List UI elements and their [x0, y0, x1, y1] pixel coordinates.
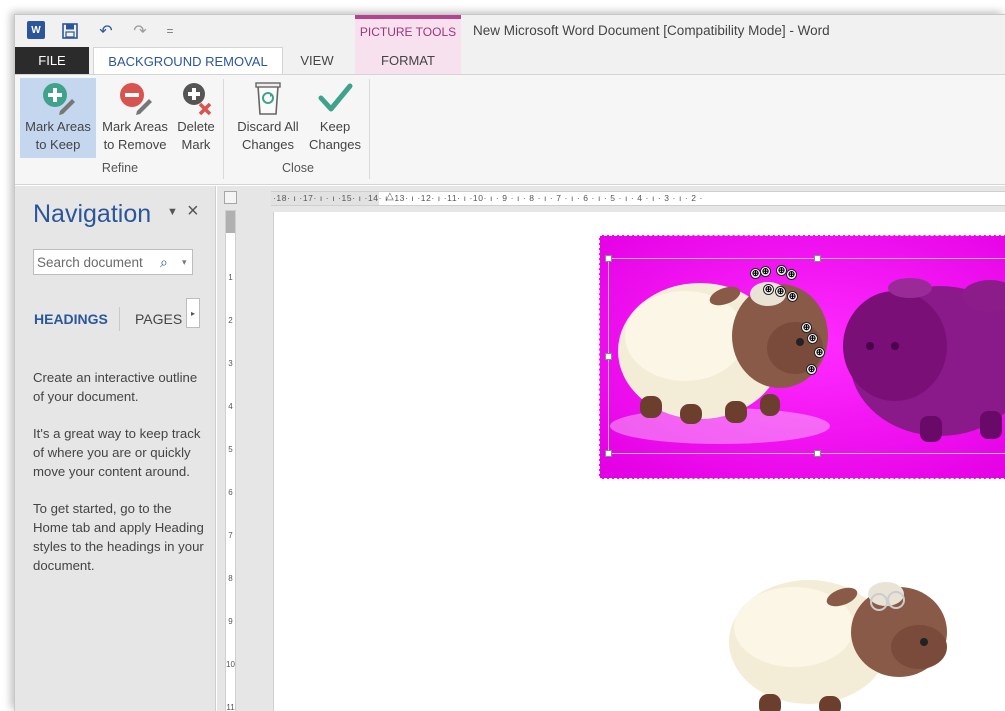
search-icon[interactable]: ⌕	[160, 254, 176, 271]
mark-keep-line2: to Keep	[35, 137, 81, 152]
keep-mark-icon[interactable]: ⊕	[763, 284, 774, 295]
help-paragraph: To get started, go to the Home tab and a…	[33, 501, 204, 573]
keep-mark-icon[interactable]: ⊕	[814, 347, 825, 358]
resize-handle[interactable]	[605, 353, 612, 360]
ruler-number: 3	[228, 359, 233, 368]
keep-mark-icon[interactable]: ⊕	[787, 291, 798, 302]
keep-mark-icon[interactable]: ⊕	[801, 322, 812, 333]
recycle-bin-icon	[248, 78, 288, 118]
delete-mark-button[interactable]: Delete Mark	[173, 78, 219, 158]
mark-remove-line2: to Remove	[103, 137, 167, 152]
plus-pencil-icon	[38, 78, 78, 118]
resize-handle[interactable]	[605, 255, 612, 262]
resize-handle[interactable]	[605, 450, 612, 457]
mark-areas-to-keep-button[interactable]: Mark Areas to Keep	[20, 78, 96, 158]
resize-handle[interactable]	[814, 450, 821, 457]
tab-background-removal[interactable]: BACKGROUND REMOVAL	[93, 47, 283, 75]
ruler-number: 11	[226, 703, 235, 711]
navigation-help-text: Create an interactive outline of your do…	[33, 368, 208, 593]
navigation-title: Navigation	[33, 200, 152, 228]
discard-line2: Changes	[241, 137, 295, 152]
tab-headings[interactable]: HEADINGS	[34, 311, 108, 327]
tab-view[interactable]: VIEW	[283, 47, 351, 74]
delete-mark-line2: Mark	[181, 137, 211, 152]
group-separator	[369, 79, 370, 179]
keep-line1: Keep	[319, 119, 351, 134]
close-icon[interactable]: ×	[187, 200, 199, 223]
tab-file[interactable]: FILE	[15, 47, 89, 74]
document-page[interactable]: ⊕ ⊕ ⊕ ⊕ ⊕ ⊕ ⊕ ⊕ ⊕ ⊕ ⊕	[273, 212, 1005, 711]
customize-qat-icon[interactable]: =	[163, 21, 177, 41]
chevron-down-icon[interactable]: ▾	[182, 257, 192, 268]
keep-mark-icon[interactable]: ⊕	[806, 364, 817, 375]
minus-pencil-icon	[115, 78, 155, 118]
title-bar: W ↶ ↷ = PICTURE TOOLS New Microsoft Word…	[15, 15, 1005, 47]
document-title: New Microsoft Word Document [Compatibili…	[473, 23, 830, 38]
save-icon[interactable]	[61, 21, 79, 41]
ruler-number: 4	[228, 402, 233, 411]
delete-mark-line1: Delete	[177, 119, 215, 134]
discard-all-changes-button[interactable]: Discard All Changes	[231, 78, 305, 158]
search-input[interactable]: Search document ⌕ ▾	[33, 249, 193, 275]
keep-mark-icon[interactable]: ⊕	[775, 286, 786, 297]
indent-marker-icon[interactable]: △	[386, 191, 394, 202]
mark-areas-to-remove-button[interactable]: Mark Areas to Remove	[97, 78, 173, 158]
ruler-number: 2	[228, 316, 233, 325]
word-window: W ↶ ↷ = PICTURE TOOLS New Microsoft Word…	[14, 14, 1005, 711]
ruler-margin	[226, 211, 235, 233]
checkmark-icon	[315, 78, 355, 118]
keep-mark-icon[interactable]: ⊕	[786, 269, 797, 280]
close-group-label: Close	[282, 161, 314, 175]
tab-format[interactable]: FORMAT	[355, 47, 461, 74]
sheep-result-image[interactable]	[714, 572, 974, 711]
help-paragraph: Create an interactive outline of your do…	[33, 370, 198, 404]
vertical-ruler[interactable]: 1 2 3 4 5 6 7 8 9 10 11	[225, 210, 236, 711]
ribbon-tabs: FILE BACKGROUND REMOVAL VIEW FORMAT	[15, 47, 1005, 75]
ruler-scale: ·18· ı ·17· ı · ı ·15· ı ·14· ı ·13· ı ·…	[273, 193, 703, 203]
word-logo-icon[interactable]: W	[27, 21, 45, 39]
refine-group-label: Refine	[101, 161, 139, 175]
tab-pages[interactable]: PAGES	[135, 311, 182, 327]
horizontal-ruler[interactable]: ·18· ı ·17· ı · ı ·15· ı ·14· ı ·13· ı ·…	[271, 191, 1005, 206]
ribbon: Mark Areas to Keep Mark Areas to Remove …	[15, 74, 1005, 185]
ruler-number: 6	[228, 488, 233, 497]
picture-tools-context-label: PICTURE TOOLS	[355, 15, 461, 47]
undo-icon[interactable]: ↶	[93, 21, 119, 41]
ruler-number: 10	[226, 660, 235, 669]
keep-mark-icon[interactable]: ⊕	[807, 333, 818, 344]
document-area: ⊕ ⊕ ⊕ ⊕ ⊕ ⊕ ⊕ ⊕ ⊕ ⊕ ⊕	[243, 210, 1005, 711]
pane-menu-icon[interactable]: ▼	[167, 206, 178, 218]
divider	[119, 307, 120, 331]
chevron-right-icon[interactable]: ▸	[186, 298, 200, 328]
ruler-number: 1	[228, 273, 233, 282]
keep-changes-button[interactable]: Keep Changes	[307, 78, 363, 158]
ruler-number: 5	[228, 445, 233, 454]
ruler-number: 8	[228, 574, 233, 583]
removal-marquee[interactable]	[605, 255, 1005, 457]
redo-icon[interactable]: ↷	[127, 21, 153, 41]
mark-remove-line1: Mark Areas	[102, 119, 168, 134]
tab-selector[interactable]	[224, 191, 237, 204]
vertical-ruler-area: 1 2 3 4 5 6 7 8 9 10 11	[217, 186, 243, 711]
resize-handle[interactable]	[814, 255, 821, 262]
sheep-image	[729, 580, 947, 711]
keep-mark-icon[interactable]: ⊕	[760, 266, 771, 277]
horizontal-ruler-area: ·18· ı ·17· ı · ı ·15· ı ·14· ı ·13· ı ·…	[243, 186, 1005, 210]
group-separator	[223, 79, 224, 179]
keep-line2: Changes	[308, 137, 362, 152]
navigation-pane: Navigation ▼ × Search document ⌕ ▾ HEADI…	[15, 186, 216, 711]
ruler-number: 9	[228, 617, 233, 626]
background-removal-picture[interactable]: ⊕ ⊕ ⊕ ⊕ ⊕ ⊕ ⊕ ⊕ ⊕ ⊕ ⊕	[599, 235, 1005, 479]
mark-keep-line1: Mark Areas	[25, 119, 91, 134]
search-placeholder: Search document	[37, 254, 143, 270]
help-paragraph: It's a great way to keep track of where …	[33, 426, 201, 479]
ruler-number: 7	[228, 531, 233, 540]
delete-mark-icon	[176, 78, 216, 118]
discard-line1: Discard All	[237, 119, 299, 134]
